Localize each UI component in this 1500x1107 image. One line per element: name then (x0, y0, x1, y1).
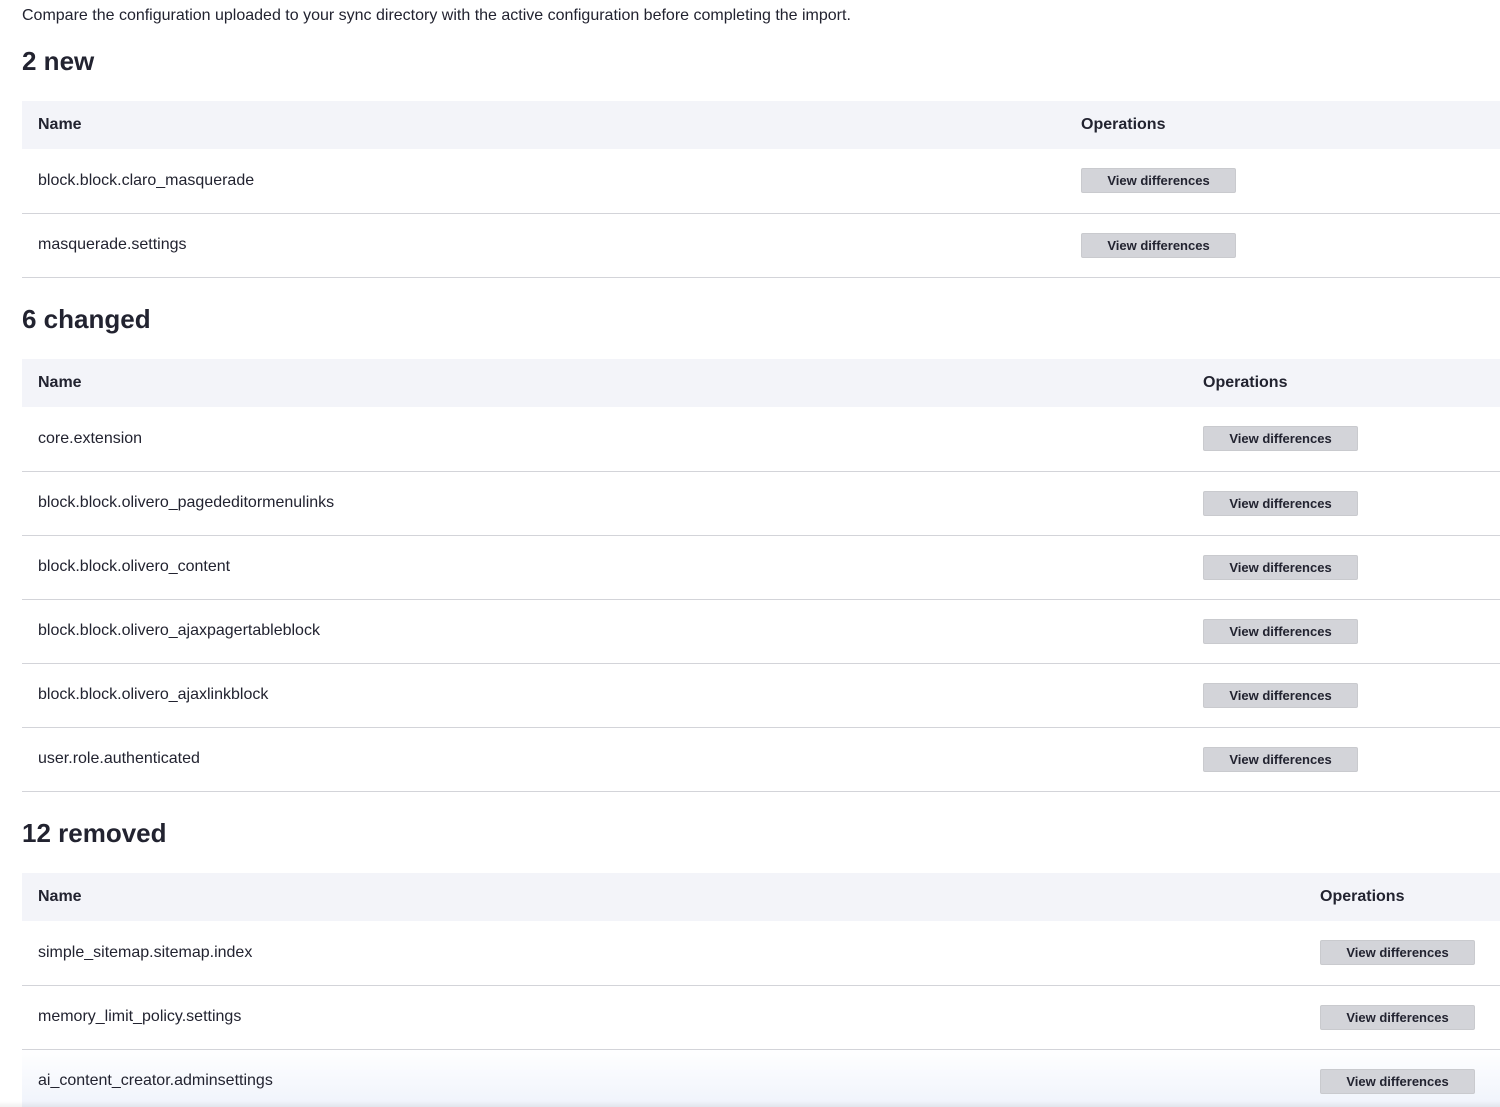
operations-cell: View differences (1065, 213, 1500, 277)
config-name: memory_limit_policy.settings (38, 1008, 242, 1025)
operations-cell: View differences (1187, 535, 1500, 599)
table-row: user.role.authenticated View differences (22, 727, 1500, 791)
table-header-row: Name Operations (22, 359, 1500, 407)
operations-cell: View differences (1187, 407, 1500, 471)
table-row: block.block.claro_masquerade View differ… (22, 149, 1500, 213)
table-removed: Name Operations simple_sitemap.sitemap.i… (22, 873, 1500, 1107)
column-header-name: Name (38, 888, 82, 905)
table-row: masquerade.settings View differences (22, 213, 1500, 277)
view-differences-button[interactable]: View differences (1320, 1068, 1475, 1094)
operations-cell: View differences (1304, 985, 1500, 1049)
config-name: ai_content_creator.adminsettings (38, 1072, 273, 1089)
config-name: masquerade.settings (38, 236, 187, 253)
section-heading-changed: 6 changed (22, 304, 151, 334)
config-name: block.block.olivero_content (38, 558, 231, 575)
view-differences-button[interactable]: View differences (1203, 554, 1358, 580)
table-row: ai_content_creator.adminsettings View di… (22, 1049, 1500, 1107)
view-differences-button[interactable]: View differences (1203, 490, 1358, 516)
config-name: block.block.olivero_ajaxlinkblock (38, 686, 269, 703)
table-header-row: Name Operations (22, 873, 1500, 921)
intro-text: Compare the configuration uploaded to yo… (22, 7, 851, 24)
view-differences-button[interactable]: View differences (1203, 682, 1358, 708)
config-name: block.block.olivero_pagededitormenulinks (38, 494, 335, 511)
table-row: block.block.olivero_ajaxpagertableblock … (22, 599, 1500, 663)
operations-cell: View differences (1065, 149, 1500, 213)
view-differences-button[interactable]: View differences (1081, 232, 1236, 258)
section-heading-removed: 12 removed (22, 818, 167, 848)
table-row: block.block.olivero_ajaxlinkblock View d… (22, 663, 1500, 727)
view-differences-button[interactable]: View differences (1203, 426, 1358, 452)
config-name: block.block.claro_masquerade (38, 171, 255, 189)
view-differences-button[interactable]: View differences (1203, 746, 1358, 772)
table-row: block.block.olivero_content View differe… (22, 535, 1500, 599)
operations-cell: View differences (1187, 471, 1500, 535)
config-sync-page: Compare the configuration uploaded to yo… (0, 0, 1500, 1107)
config-name: simple_sitemap.sitemap.index (38, 943, 253, 961)
column-header-name: Name (38, 374, 82, 391)
operations-cell: View differences (1187, 599, 1500, 663)
view-differences-button[interactable]: View differences (1320, 940, 1475, 966)
table-row: core.extension View differences (22, 407, 1500, 471)
config-name: block.block.olivero_ajaxpagertableblock (38, 622, 320, 639)
table-changed: Name Operations core.extension View diff… (22, 359, 1500, 792)
scroll-shadow (0, 1101, 1500, 1107)
section-heading-new: 2 new (22, 46, 95, 76)
column-header-operations: Operations (1320, 888, 1405, 905)
table-new: Name Operations block.block.claro_masque… (22, 101, 1500, 278)
table-row: memory_limit_policy.settings View differ… (22, 985, 1500, 1049)
table-header-row: Name Operations (22, 101, 1500, 149)
table-row: simple_sitemap.sitemap.index View differ… (22, 921, 1500, 985)
view-differences-button[interactable]: View differences (1203, 618, 1358, 644)
config-name: core.extension (38, 429, 143, 447)
operations-cell: View differences (1304, 1049, 1500, 1107)
operations-cell: View differences (1187, 663, 1500, 727)
operations-cell: View differences (1187, 727, 1500, 791)
column-header-operations: Operations (1203, 374, 1288, 391)
table-row: block.block.olivero_pagededitormenulinks… (22, 471, 1500, 535)
view-differences-button[interactable]: View differences (1081, 168, 1236, 194)
config-name: user.role.authenticated (38, 750, 200, 767)
operations-cell: View differences (1304, 921, 1500, 985)
column-header-operations: Operations (1081, 116, 1166, 133)
view-differences-button[interactable]: View differences (1320, 1004, 1475, 1030)
column-header-name: Name (38, 116, 82, 133)
